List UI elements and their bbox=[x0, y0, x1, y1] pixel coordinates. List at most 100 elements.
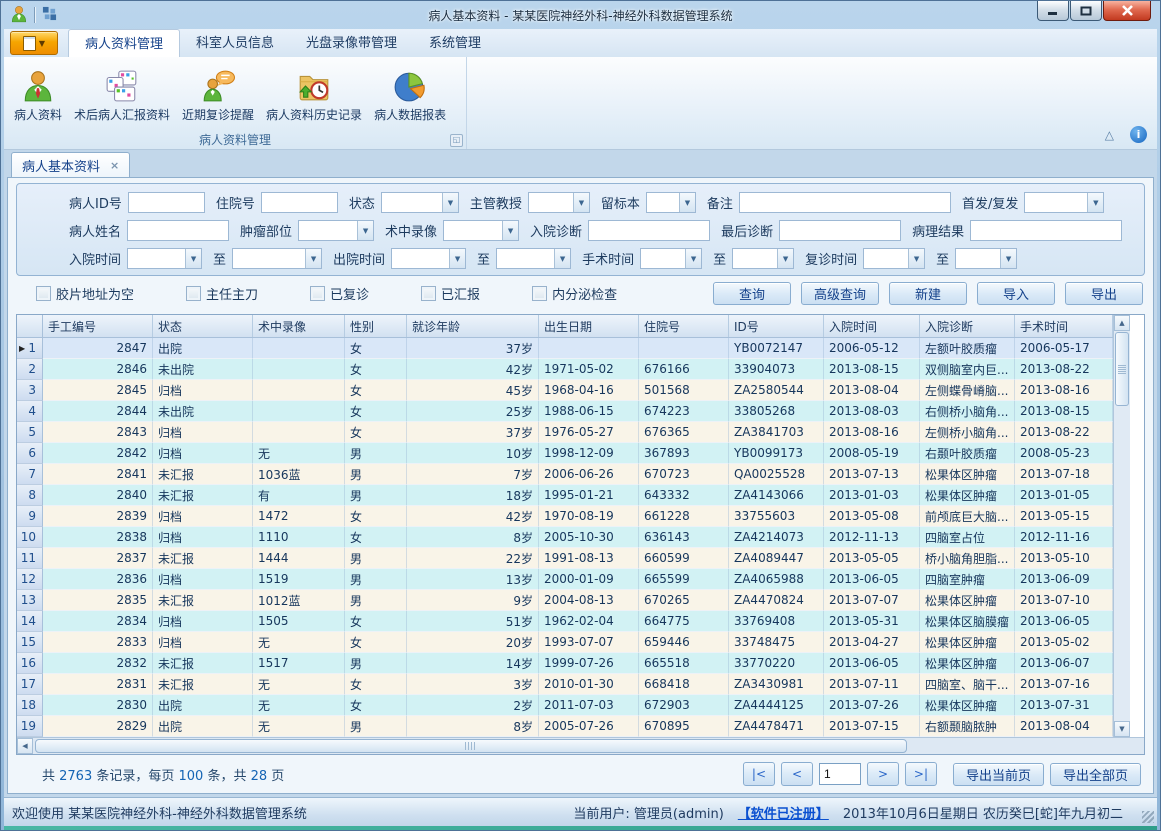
grid-cell[interactable]: 女 bbox=[345, 338, 407, 359]
grid-cell[interactable]: 无 bbox=[253, 695, 345, 716]
grid-cell[interactable]: 2013-07-07 bbox=[824, 590, 920, 611]
grid-cell[interactable]: 2011-07-03 bbox=[539, 695, 639, 716]
table-row[interactable]: 152833归档无女20岁1993-07-0765944633748475201… bbox=[17, 632, 1113, 653]
ribbon-tab[interactable]: 光盘录像带管理 bbox=[290, 29, 413, 57]
grid-cell[interactable]: 右颞叶胶质瘤 bbox=[920, 443, 1015, 464]
grid-cell[interactable]: 2830 bbox=[43, 695, 153, 716]
checkbox[interactable] bbox=[532, 286, 547, 301]
export-current-page-button[interactable]: 导出当前页 bbox=[953, 763, 1044, 786]
filter-combo[interactable]: ▼ bbox=[528, 192, 590, 213]
grid-cell[interactable]: 2846 bbox=[43, 359, 153, 380]
grid-cell[interactable]: 51岁 bbox=[407, 611, 539, 632]
grid-cell[interactable]: 女 bbox=[345, 695, 407, 716]
grid-cell[interactable]: 1995-01-21 bbox=[539, 485, 639, 506]
grid-cell[interactable]: 672903 bbox=[639, 695, 729, 716]
grid-cell[interactable]: 未汇报 bbox=[153, 653, 253, 674]
grid-cell[interactable]: 22岁 bbox=[407, 548, 539, 569]
grid-cell[interactable]: 2013-06-05 bbox=[1015, 611, 1113, 632]
checkbox[interactable] bbox=[310, 286, 325, 301]
grid-cell[interactable]: 四脑室、脑干... bbox=[920, 674, 1015, 695]
grid-cell[interactable]: 有 bbox=[253, 485, 345, 506]
table-row[interactable]: 82840未汇报有男18岁1995-01-21643332ZA414306620… bbox=[17, 485, 1113, 506]
grid-cell[interactable]: 无 bbox=[253, 716, 345, 737]
grid-cell[interactable]: 8岁 bbox=[407, 716, 539, 737]
grid-cell[interactable]: 2008-05-23 bbox=[1015, 443, 1113, 464]
grid-header-cell[interactable]: 性别 bbox=[345, 315, 407, 337]
grid-cell[interactable]: 男 bbox=[345, 590, 407, 611]
grid-header-cell[interactable] bbox=[17, 315, 43, 337]
row-indicator[interactable]: 16 bbox=[17, 653, 43, 674]
grid-cell[interactable]: 男 bbox=[345, 653, 407, 674]
grid-cell[interactable]: 2013-08-22 bbox=[1015, 359, 1113, 380]
grid-cell[interactable]: ZA2580544 bbox=[729, 380, 824, 401]
grid-cell[interactable]: 女 bbox=[345, 359, 407, 380]
restore-button[interactable] bbox=[1070, 1, 1102, 21]
grid-cell[interactable]: 未汇报 bbox=[153, 590, 253, 611]
grid-cell[interactable]: 2004-08-13 bbox=[539, 590, 639, 611]
grid-cell[interactable]: 男 bbox=[345, 548, 407, 569]
grid-cell[interactable]: 2013-08-16 bbox=[824, 422, 920, 443]
grid-header-cell[interactable]: 状态 bbox=[153, 315, 253, 337]
grid-cell[interactable]: 1998-12-09 bbox=[539, 443, 639, 464]
grid-cell[interactable]: 未汇报 bbox=[153, 674, 253, 695]
grid-cell[interactable]: 2847 bbox=[43, 338, 153, 359]
grid-cell[interactable]: 665599 bbox=[639, 569, 729, 590]
grid-cell[interactable]: 男 bbox=[345, 443, 407, 464]
grid-cell[interactable]: 无 bbox=[253, 443, 345, 464]
table-row[interactable]: 62842归档无男10岁1998-12-09367893YB0099173200… bbox=[17, 443, 1113, 464]
grid-cell[interactable]: 3岁 bbox=[407, 674, 539, 695]
grid-cell[interactable]: 25岁 bbox=[407, 401, 539, 422]
vertical-scroll-thumb[interactable] bbox=[1115, 332, 1129, 406]
table-row[interactable]: 102838归档1110女8岁2005-10-30636143ZA4214073… bbox=[17, 527, 1113, 548]
grid-cell[interactable]: 1505 bbox=[253, 611, 345, 632]
row-indicator[interactable]: 2 bbox=[17, 359, 43, 380]
row-indicator[interactable]: 18 bbox=[17, 695, 43, 716]
filter-combo[interactable]: ▼ bbox=[1024, 192, 1104, 213]
grid-cell[interactable]: 1999-07-26 bbox=[539, 653, 639, 674]
grid-cell[interactable]: 636143 bbox=[639, 527, 729, 548]
filter-input[interactable] bbox=[128, 192, 205, 213]
row-indicator[interactable]: ▶1 bbox=[17, 338, 43, 359]
action-button-导出[interactable]: 导出 bbox=[1065, 282, 1143, 305]
grid-cell[interactable]: 1517 bbox=[253, 653, 345, 674]
row-indicator[interactable]: 14 bbox=[17, 611, 43, 632]
filter-combo[interactable]: ▼ bbox=[443, 220, 519, 241]
grid-cell[interactable]: 女 bbox=[345, 380, 407, 401]
ribbon-button-病人资料历史记录[interactable]: 病人资料历史记录 bbox=[260, 61, 368, 131]
grid-cell[interactable]: 676365 bbox=[639, 422, 729, 443]
table-row[interactable]: 162832未汇报1517男14岁1999-07-266655183377022… bbox=[17, 653, 1113, 674]
checkbox[interactable] bbox=[186, 286, 201, 301]
grid-cell[interactable]: ZA4470824 bbox=[729, 590, 824, 611]
grid-cell[interactable]: 37岁 bbox=[407, 422, 539, 443]
grid-cell[interactable]: 未汇报 bbox=[153, 464, 253, 485]
table-row[interactable]: 182830出院无女2岁2011-07-03672903ZA4444125201… bbox=[17, 695, 1113, 716]
grid-cell[interactable]: 2013-07-10 bbox=[1015, 590, 1113, 611]
grid-cell[interactable]: ZA4089447 bbox=[729, 548, 824, 569]
grid-cell[interactable]: 37岁 bbox=[407, 338, 539, 359]
grid-header-cell[interactable]: 出生日期 bbox=[539, 315, 639, 337]
filter-input[interactable] bbox=[739, 192, 951, 213]
grid-header-cell[interactable]: 术中录像 bbox=[253, 315, 345, 337]
grid-cell[interactable]: 1519 bbox=[253, 569, 345, 590]
grid-cell[interactable]: ZA3841703 bbox=[729, 422, 824, 443]
grid-cell[interactable]: 四脑室肿瘤 bbox=[920, 569, 1015, 590]
grid-cell[interactable]: 2013-07-13 bbox=[824, 464, 920, 485]
grid-cell[interactable]: 女 bbox=[345, 422, 407, 443]
grid-cell[interactable]: ZA4478471 bbox=[729, 716, 824, 737]
grid-cell[interactable]: 2013-06-07 bbox=[1015, 653, 1113, 674]
grid-cell[interactable]: 659446 bbox=[639, 632, 729, 653]
filter-input[interactable] bbox=[779, 220, 901, 241]
grid-header-cell[interactable]: ID号 bbox=[729, 315, 824, 337]
grid-cell[interactable]: 1968-04-16 bbox=[539, 380, 639, 401]
table-row[interactable]: 142834归档1505女51岁1962-02-0466477533769408… bbox=[17, 611, 1113, 632]
grid-cell[interactable]: 2012-11-13 bbox=[824, 527, 920, 548]
prev-page-button[interactable]: < bbox=[781, 762, 813, 786]
grid-cell[interactable]: 670895 bbox=[639, 716, 729, 737]
grid-cell[interactable]: 2013-05-02 bbox=[1015, 632, 1113, 653]
table-row[interactable]: 52843归档女37岁1976-05-27676365ZA38417032013… bbox=[17, 422, 1113, 443]
grid-cell[interactable]: 归档 bbox=[153, 611, 253, 632]
grid-cell[interactable]: YB0099173 bbox=[729, 443, 824, 464]
last-page-button[interactable]: >| bbox=[905, 762, 937, 786]
grid-cell[interactable]: 670723 bbox=[639, 464, 729, 485]
grid-cell[interactable]: 2005-10-30 bbox=[539, 527, 639, 548]
